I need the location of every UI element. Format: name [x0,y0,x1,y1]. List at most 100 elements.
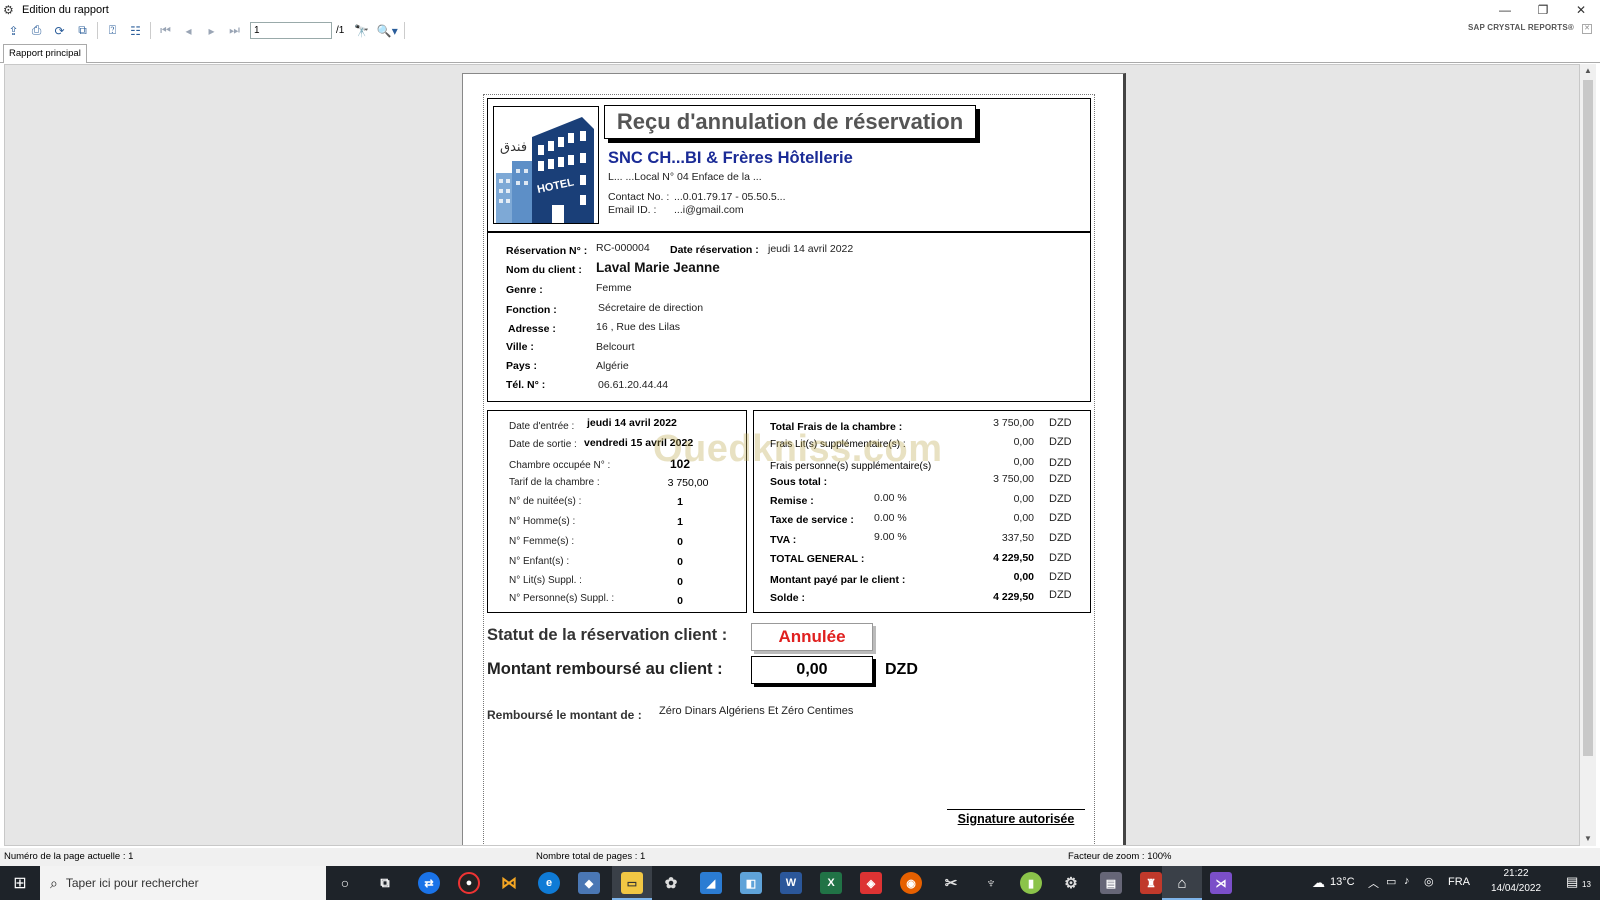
toolbar-divider [150,22,151,39]
search-placeholder: Taper ici pour rechercher [65,876,199,890]
chambre-label: Chambre occupée N° : [509,460,611,471]
montant-paye-label: Montant payé par le client : [770,574,906,586]
scrollbar-thumb[interactable] [1583,80,1593,756]
refresh-icon[interactable]: ⟳ [48,20,71,41]
pays-value: Algérie [596,360,629,372]
reservation-no-label: Réservation N° : [506,245,588,257]
tab-strip: Rapport principal [0,42,1600,63]
next-page-icon[interactable]: ▸ [200,20,223,41]
notification-icon[interactable]: ▤ [1566,874,1578,890]
tva-pct: 9.00 % [874,531,907,543]
currency-label: DZD [1049,571,1072,583]
app-icon[interactable]: ◆ [578,872,600,894]
app-icon[interactable]: ◧ [740,872,762,894]
export-icon[interactable]: ⇪ [2,20,25,41]
hotel-logo: HOTEL فندق [493,106,599,224]
close-button[interactable]: ✕ [1562,0,1600,19]
app-icon[interactable]: ♆ [980,872,1002,894]
app-icon[interactable]: ⋈ [498,872,520,894]
tab-rapport-principal[interactable]: Rapport principal [3,44,87,63]
parameter-panel-icon[interactable]: ⍰ [101,20,124,41]
edge-icon[interactable]: e [538,872,560,894]
start-button[interactable]: ⊞ [0,866,40,900]
file-explorer-icon[interactable]: ▭ [621,872,643,894]
battery-icon[interactable]: ▭ [1386,875,1396,888]
company-name: SNC CH...BI & Frères Hôtellerie [608,149,853,167]
report-viewer[interactable]: HOTEL فندق Reçu d'annulation de réservat… [4,64,1580,846]
visual-studio-icon[interactable]: ⋊ [1210,872,1232,894]
app-icon[interactable]: ◢ [700,872,722,894]
network-icon[interactable]: ◎ [1424,875,1434,888]
page-number-input[interactable] [250,22,332,39]
reservation-no-value: RC-000004 [596,242,650,254]
total-pages-status: Nombre total de pages : 1 [536,851,646,862]
last-page-icon[interactable]: ⏭ [223,20,246,41]
remise-label: Remise : [770,495,814,507]
tva-value: 337,50 [1001,532,1034,544]
contact-value: ...0.01.79.17 - 05.50.5... [674,191,786,203]
excel-icon[interactable]: X [820,872,842,894]
vertical-scrollbar[interactable]: ▲ ▼ [1580,64,1596,846]
scroll-down-icon[interactable]: ▼ [1580,832,1596,846]
weather-icon[interactable]: ☁ [1312,875,1325,891]
genre-value: Femme [596,282,632,294]
reservation-date-value: jeudi 14 avril 2022 [768,243,854,255]
scroll-up-icon[interactable]: ▲ [1580,64,1596,78]
date-entree-value: jeudi 14 avril 2022 [587,417,677,429]
personnes-value: 0 [677,595,683,607]
pers-supp-label: Frais personne(s) supplémentaire(s) [770,461,932,472]
previous-page-icon[interactable]: ◂ [177,20,200,41]
word-icon[interactable]: W [780,872,802,894]
firefox-icon[interactable]: ◉ [900,872,922,894]
tools-icon[interactable]: ✂ [940,872,962,894]
panel-close-icon[interactable]: ✕ [1582,24,1592,34]
remise-pct: 0.00 % [874,492,907,504]
currency-label: DZD [1049,436,1072,448]
record-icon[interactable]: ● [458,872,480,894]
group-tree-icon[interactable]: ☷ [124,20,147,41]
toolbar-divider [97,22,98,39]
currency-label: DZD [1049,493,1072,505]
window-controls: — ❐ ✕ [1486,0,1600,19]
print-icon[interactable]: ⎙ [25,20,48,41]
remise-value: 0,00 [1013,493,1034,505]
clock-time[interactable]: 21:22 [1486,868,1546,879]
stay-details: Date d'entrée : jeudi 14 avril 2022 Date… [487,410,747,613]
sous-total-label: Sous total : [770,476,828,488]
date-sortie-label: Date de sortie : [509,439,577,450]
hotel-app-icon[interactable]: ⌂ [1171,872,1193,894]
tarif-label: Tarif de la chambre : [509,477,600,488]
currency-label: DZD [1049,589,1072,601]
volume-icon[interactable]: ♪ [1404,875,1410,887]
currency-label: DZD [1049,417,1072,429]
teamviewer-icon[interactable]: ⇄ [418,872,440,894]
find-icon[interactable]: 🔭 [350,20,373,41]
copy-icon[interactable]: ⧉ [71,20,94,41]
window-title: Edition du rapport [22,3,109,16]
nuitees-label: N° de nuitée(s) : [509,496,582,507]
app-icon[interactable]: ◈ [860,872,882,894]
first-page-icon[interactable]: ⏮ [154,20,177,41]
tel-value: 06.61.20.44.44 [598,379,669,391]
sous-total-value: 3 750,00 [993,473,1034,485]
task-view-icon[interactable]: ⧉ [374,872,396,894]
client-name-value: Laval Marie Jeanne [596,260,720,275]
zoom-icon[interactable]: 🔍▾ [373,20,401,41]
currency-label: DZD [1049,473,1072,485]
app-icon[interactable]: ▤ [1100,872,1122,894]
app-icon[interactable]: ✿ [660,872,682,894]
lits-supp-value: 0,00 [1013,436,1034,448]
app-icon[interactable]: ♜ [1140,872,1162,894]
restore-button[interactable]: ❐ [1524,0,1562,19]
minimize-button[interactable]: — [1486,0,1524,19]
crystal-reports-icon[interactable]: ⚙ [1060,872,1082,894]
clock-date[interactable]: 14/04/2022 [1476,883,1556,894]
taskbar-search[interactable]: ⌕ Taper ici pour rechercher [40,866,326,900]
solde-label: Solde : [770,592,806,604]
cortana-icon[interactable]: ○ [334,872,356,894]
tray-expand-icon[interactable]: ︿ [1368,875,1379,891]
frais-chambre-label: Total Frais de la chambre : [770,421,903,433]
app-icon[interactable]: ▮ [1020,872,1042,894]
language-indicator[interactable]: FRA [1448,876,1470,888]
status-label: Statut de la réservation client : [487,626,728,644]
